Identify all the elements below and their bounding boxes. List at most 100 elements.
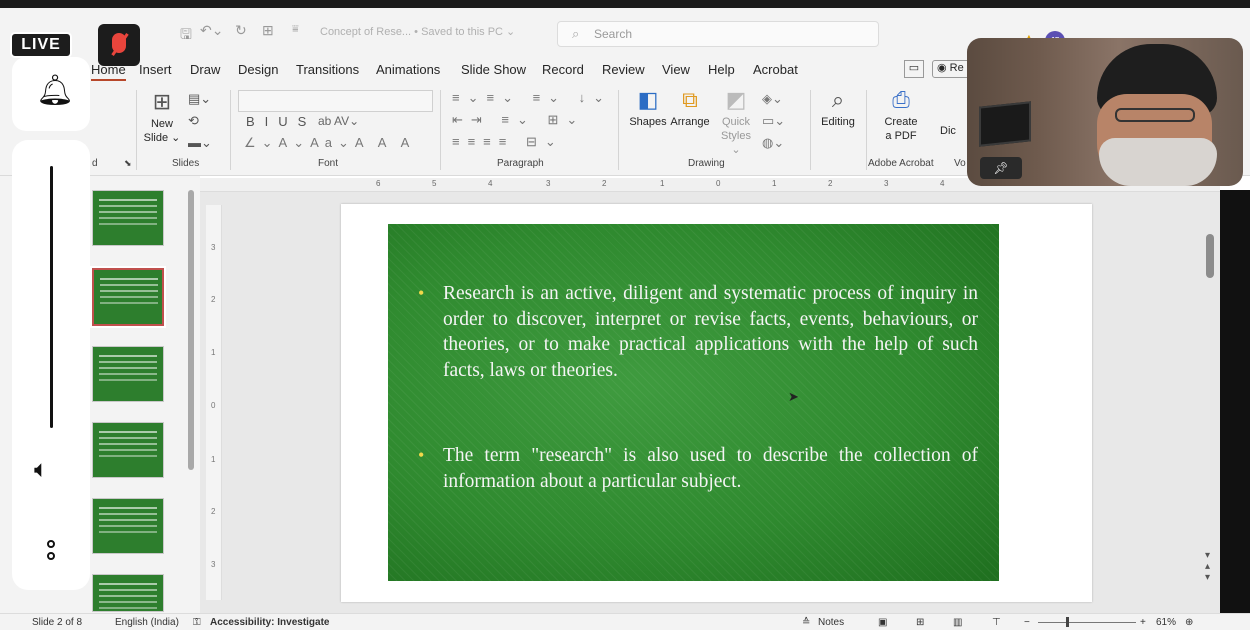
customize-toolbar-icon[interactable]: ⩸ [292, 23, 299, 36]
thumbnail-scrollbar[interactable] [188, 190, 194, 470]
tab-view[interactable]: View [662, 62, 690, 77]
document-title[interactable]: Concept of Rese... • Saved to this PC ⌄ [320, 25, 515, 38]
slide-bullet[interactable]: • The term "research" is also used to de… [418, 443, 978, 494]
tab-transitions[interactable]: Transitions [296, 62, 359, 77]
font-color-icons[interactable]: ∠⌄A⌄Aa⌄A A A [244, 135, 415, 151]
arrange-button[interactable]: ⧉ Arrange [668, 88, 712, 129]
notes-icon[interactable]: ≙ [802, 617, 810, 628]
font-format-icons[interactable]: BIUS [246, 114, 316, 129]
pdf-icon: ⎙ [892, 87, 910, 112]
quick-styles-button[interactable]: ◩ Quick Styles ⌄ [716, 88, 756, 157]
status-bar: Slide 2 of 8 English (India) ⚿ Accessibi… [0, 613, 1250, 630]
slides-group-label: Slides [172, 158, 200, 169]
slide-position: Slide 2 of 8 [32, 617, 83, 628]
slide-sorter-icon[interactable]: ⊞ [916, 617, 924, 628]
notes-button[interactable]: Notes [818, 617, 844, 628]
separator [810, 90, 811, 170]
accessibility-icon[interactable]: ⚿ [193, 617, 201, 628]
shapes-button[interactable]: ◧ Shapes [624, 88, 672, 129]
zoom-slider-thumb[interactable] [1066, 617, 1069, 627]
slide-thumbnail[interactable] [92, 422, 164, 478]
zoom-out-icon[interactable]: − [1024, 617, 1030, 628]
create-pdf-button[interactable]: ⎙ Create a PDF [876, 88, 926, 143]
shape-effects-icon[interactable]: ◍⌄ [762, 136, 784, 150]
layout-icon[interactable]: ▤⌄ [188, 92, 211, 106]
more-options-icon[interactable] [47, 540, 55, 564]
ruler-mark: 3 [211, 560, 216, 569]
search-icon: ⌕ [572, 26, 580, 41]
volume-slider[interactable] [50, 166, 53, 428]
save-icon[interactable]: 🖫 [180, 24, 192, 48]
ruler-mark: 5 [432, 179, 437, 188]
redo-icon[interactable]: ↻ [235, 22, 247, 39]
slide-thumbnail[interactable] [92, 190, 164, 246]
shape-outline-icon[interactable]: ▭⌄ [762, 114, 785, 128]
screen: 🖫 ↶⌄ ↻ ⊞ ⩸ Concept of Rese... • Saved to… [0, 0, 1250, 630]
slide-thumbnail[interactable] [92, 498, 164, 554]
tab-review[interactable]: Review [602, 62, 645, 77]
language-indicator[interactable]: English (India) [115, 617, 179, 628]
new-slide-button[interactable]: ⊞ New Slide ⌄ [142, 90, 182, 145]
scroll-arrows-icon[interactable]: ▾ ▴ ▾ [1205, 550, 1210, 583]
tab-design[interactable]: Design [238, 62, 278, 77]
mute-button[interactable] [98, 24, 140, 66]
arrange-label: Arrange [670, 116, 710, 128]
create-pdf-label: Create a PDF [884, 116, 918, 142]
slide-thumbnail-selected[interactable] [90, 266, 166, 328]
slideshow-from-start-icon[interactable]: ⊞ [262, 22, 274, 39]
zoom-slider[interactable] [1038, 622, 1136, 623]
undo-icon[interactable]: ↶⌄ [200, 22, 223, 39]
font-group-label: Font [318, 158, 339, 169]
shapes-icon: ◧ [637, 87, 659, 112]
slide-bullet[interactable]: • Research is an active, diligent and sy… [418, 281, 978, 383]
ruler-mark: 0 [211, 401, 216, 410]
fit-to-window-icon[interactable]: ⊕ [1185, 617, 1193, 628]
slide-thumbnail[interactable] [92, 574, 164, 612]
normal-view-icon[interactable]: ▣ [878, 617, 887, 628]
bullets-icon[interactable]: ≡⌄≡⌄ ≡⌄ ↓⌄ [452, 90, 612, 106]
tab-draw[interactable]: Draw [190, 62, 220, 77]
search-box[interactable]: ⌕ Search [557, 21, 879, 47]
tab-slide-show[interactable]: Slide Show [461, 62, 526, 77]
separator [230, 90, 231, 170]
ruler-mark: 6 [376, 179, 381, 188]
pin-icon[interactable]: 📌︎ [980, 157, 1022, 179]
reset-icon[interactable]: ⟲ [188, 114, 199, 128]
slide-thumbnail[interactable] [92, 346, 164, 402]
separator [136, 90, 137, 170]
record-button[interactable]: ◉ Re [932, 60, 972, 78]
speaker-icon[interactable]: 🔈︎ [34, 456, 48, 484]
section-icon[interactable]: ▬⌄ [188, 136, 212, 150]
reading-view-icon[interactable]: ▥ [953, 617, 962, 628]
dictate-label: Dic [940, 125, 956, 137]
tab-acrobat[interactable]: Acrobat [753, 62, 798, 77]
font-family-box[interactable] [238, 90, 433, 112]
arrange-icon: ⧉ [682, 87, 698, 112]
ruler-mark: 4 [488, 179, 493, 188]
search-placeholder: Search [594, 27, 633, 41]
tab-insert[interactable]: Insert [139, 62, 172, 77]
tab-animations[interactable]: Animations [376, 62, 440, 77]
current-slide[interactable]: • Research is an active, diligent and sy… [388, 224, 999, 581]
strikethrough-icon[interactable]: ab AV⌄ [318, 114, 359, 128]
canvas-scrollbar[interactable] [1206, 234, 1214, 278]
tab-help[interactable]: Help [708, 62, 735, 77]
zoom-in-icon[interactable]: + [1140, 617, 1146, 628]
tab-record[interactable]: Record [542, 62, 584, 77]
zoom-level[interactable]: 61% [1156, 617, 1176, 628]
presenter-view-icon[interactable]: ⊤ [992, 617, 1001, 628]
presenter-beard [1099, 138, 1217, 186]
dictate-button[interactable]: Dic [936, 124, 960, 138]
find-icon: ⌕ [831, 87, 845, 112]
alignment-icons[interactable]: ≡≡≡≡ ⊟⌄ [452, 134, 564, 150]
indent-icons[interactable]: ⇤⇥ ≡⌄ ⊞⌄ [452, 112, 585, 128]
bell-icon[interactable]: 🔔︎ [36, 76, 74, 106]
editing-button[interactable]: ⌕ Editing [816, 88, 860, 129]
clipboard-launcher-icon[interactable]: ⬊ [124, 158, 132, 169]
comments-icon[interactable]: ▭ [904, 60, 924, 78]
shape-fill-icon[interactable]: ◈⌄ [762, 92, 783, 106]
new-slide-label: New Slide ⌄ [143, 118, 181, 144]
accessibility-status[interactable]: Accessibility: Investigate [210, 617, 330, 628]
ruler-mark: 2 [828, 179, 833, 188]
ruler-mark: 1 [211, 455, 216, 464]
